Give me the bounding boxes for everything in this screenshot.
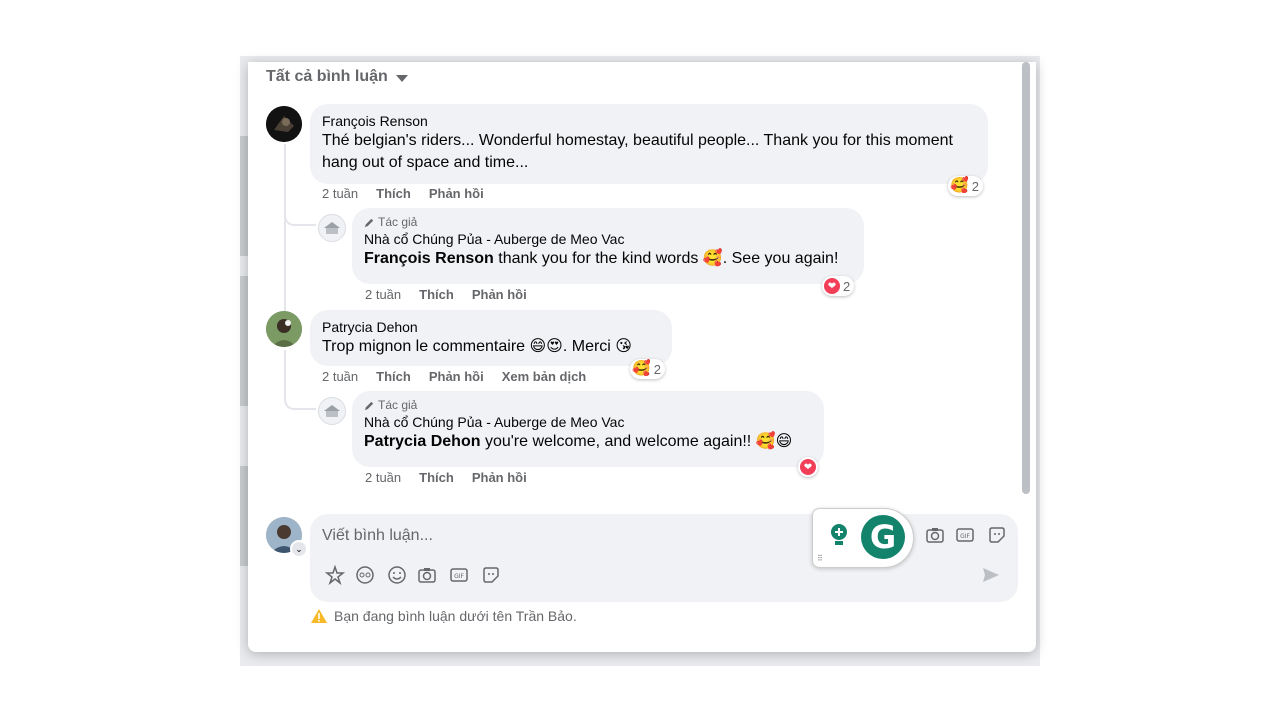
reply-text: thank you for the kind words 🥰. See you … (498, 250, 839, 267)
author-badge-label: Tác giả (378, 398, 418, 412)
reply-text: you're welcome, and welcome again!! 🥰😄 (484, 433, 793, 450)
background-image-strip (240, 276, 248, 406)
comments-panel: Tất cả bình luận François Renson Thé bel… (248, 62, 1036, 652)
reply-button[interactable]: Phản hồi (429, 369, 484, 384)
reaction-summary[interactable]: ❤ (798, 457, 818, 477)
emoji-icon[interactable] (386, 564, 408, 586)
love-reaction-icon: ❤ (824, 278, 840, 294)
like-button[interactable]: Thích (376, 186, 411, 201)
svg-text:GIF: GIF (960, 533, 970, 540)
thread-connector (284, 382, 316, 410)
gif-icon[interactable]: GIF (448, 564, 470, 586)
page-avatar[interactable] (318, 397, 346, 425)
grammarly-logo[interactable]: G (861, 515, 905, 559)
see-translation-button[interactable]: Xem bản dịch (502, 369, 587, 384)
avatar[interactable] (266, 106, 302, 142)
comment-actions: 2 tuần Thích Phản hồi Xem bản dịch (322, 369, 586, 384)
avatar[interactable] (266, 311, 302, 347)
comment-input[interactable] (322, 522, 802, 550)
sticker-icon[interactable] (480, 564, 502, 586)
pen-icon (364, 401, 374, 410)
reaction-count: 2 (971, 178, 979, 194)
reply-time[interactable]: 2 tuần (365, 287, 401, 302)
reply-bubble: Tác giả Nhà cổ Chúng Pủa - Auberge de Me… (352, 208, 864, 284)
mention-link[interactable]: Patrycia Dehon (364, 433, 480, 450)
comment-author[interactable]: Patrycia Dehon (322, 318, 660, 336)
lightbulb-icon[interactable] (829, 523, 849, 549)
comment-bubble: Patrycia Dehon Trop mignon le commentair… (310, 310, 672, 366)
reaction-summary[interactable]: 🥰 2 (630, 359, 665, 379)
comment-time[interactable]: 2 tuần (322, 186, 358, 201)
reply-button[interactable]: Phản hồi (429, 186, 484, 201)
comment-filter-label: Tất cả bình luận (266, 68, 388, 85)
comment-text: Thé belgian's riders... Wonderful homest… (322, 132, 953, 171)
svg-text:GIF: GIF (454, 573, 464, 580)
like-button[interactable]: Thích (419, 470, 454, 485)
camera-icon[interactable] (924, 524, 946, 546)
avatar-icon[interactable] (354, 564, 376, 586)
sticker-icon[interactable] (986, 524, 1008, 546)
send-icon[interactable] (980, 564, 1002, 586)
care-reaction-icon: 🥰 (632, 360, 651, 377)
thread-connector (284, 202, 316, 226)
like-button[interactable]: Thích (419, 287, 454, 302)
reply-author[interactable]: Nhà cổ Chúng Pủa - Auberge de Meo Vac (364, 413, 812, 431)
reply-time[interactable]: 2 tuần (365, 470, 401, 485)
gif-icon[interactable]: GIF (954, 524, 976, 546)
reply-actions: 2 tuần Thích Phản hồi (365, 470, 527, 485)
author-badge-label: Tác giả (378, 215, 418, 229)
reply-author[interactable]: Nhà cổ Chúng Pủa - Auberge de Meo Vac (364, 230, 852, 248)
comment-text: Trop mignon le commentaire 😄😍. Merci 😘 (322, 338, 632, 355)
scrollbar[interactable] (1022, 62, 1030, 494)
warning-icon (311, 609, 327, 623)
like-button[interactable]: Thích (376, 369, 411, 384)
author-badge: Tác giả (364, 214, 852, 230)
author-badge: Tác giả (364, 397, 812, 413)
love-reaction-icon: ❤ (800, 459, 816, 475)
page-avatar[interactable] (318, 214, 346, 242)
posting-as-notice: Bạn đang bình luận dưới tên Trần Bảo. (310, 608, 577, 624)
comment-actions: 2 tuần Thích Phản hồi (322, 186, 484, 201)
reaction-summary[interactable]: ❤ 2 (822, 276, 855, 296)
reply-bubble: Tác giả Nhà cổ Chúng Pủa - Auberge de Me… (352, 391, 824, 467)
reaction-summary[interactable]: 🥰 2 (948, 176, 983, 196)
reply-button[interactable]: Phản hồi (472, 287, 527, 302)
camera-icon[interactable] (416, 564, 438, 586)
comment-author[interactable]: François Renson (322, 112, 976, 130)
thread-line (284, 350, 286, 386)
reaction-count: 2 (653, 361, 661, 377)
chevron-down-icon[interactable]: ⌄ (290, 540, 308, 558)
reply-button[interactable]: Phản hồi (472, 470, 527, 485)
avatar-sticker-icon[interactable] (324, 564, 346, 586)
comment-bubble: François Renson Thé belgian's riders... … (310, 104, 988, 184)
care-reaction-icon: 🥰 (950, 177, 969, 194)
comment-filter-dropdown[interactable]: Tất cả bình luận (266, 68, 408, 86)
drag-handle-icon[interactable]: ⠿ (817, 554, 823, 563)
comment-time[interactable]: 2 tuần (322, 369, 358, 384)
background-image-strip (240, 136, 248, 256)
posting-as-text: Bạn đang bình luận dưới tên Trần Bảo. (334, 608, 577, 624)
reaction-count: 2 (843, 278, 851, 294)
grammarly-widget[interactable]: G ⠿ (812, 508, 914, 568)
background-image-strip (240, 466, 248, 566)
chevron-down-icon (395, 74, 408, 82)
pen-icon (364, 218, 374, 227)
reply-actions: 2 tuần Thích Phản hồi (365, 287, 527, 302)
mention-link[interactable]: François Renson (364, 250, 494, 267)
